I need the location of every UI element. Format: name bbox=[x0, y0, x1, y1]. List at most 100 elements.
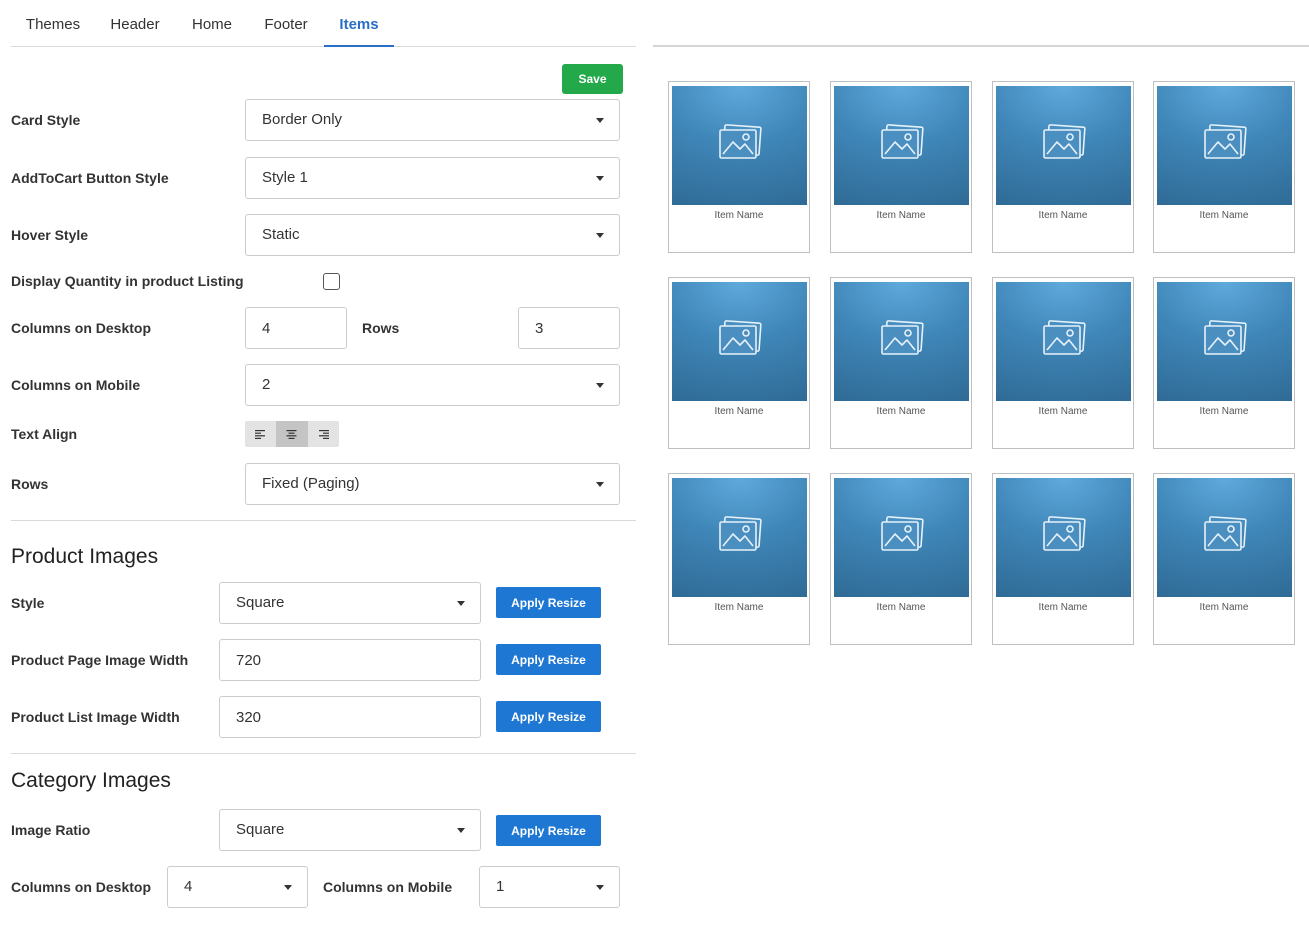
tab-items[interactable]: Items bbox=[324, 0, 394, 47]
item-card-image bbox=[834, 282, 969, 401]
preview-divider bbox=[653, 45, 1309, 47]
item-card-image bbox=[1157, 282, 1292, 401]
item-card-name: Item Name bbox=[1038, 210, 1088, 221]
hover-style-select[interactable]: Static bbox=[245, 214, 620, 256]
item-card-name: Item Name bbox=[876, 210, 926, 221]
product-list-width-label: Product List Image Width bbox=[11, 709, 180, 725]
item-card[interactable]: Item Name bbox=[1153, 81, 1295, 253]
item-card-name: Item Name bbox=[714, 602, 764, 613]
item-card[interactable]: Item Name bbox=[992, 81, 1134, 253]
hover-style-value: Static bbox=[262, 226, 300, 243]
item-card-name: Item Name bbox=[1199, 406, 1249, 417]
image-placeholder-icon bbox=[1201, 123, 1249, 168]
item-card-image bbox=[672, 86, 807, 205]
product-page-width-input[interactable] bbox=[219, 639, 481, 681]
item-card-image bbox=[834, 478, 969, 597]
tab-themes[interactable]: Themes bbox=[17, 0, 89, 47]
category-columns-mobile-select[interactable]: 1 bbox=[479, 866, 620, 908]
section-divider bbox=[11, 753, 636, 754]
align-right-button[interactable] bbox=[307, 421, 339, 447]
tab-header[interactable]: Header bbox=[103, 0, 167, 47]
save-button[interactable]: Save bbox=[562, 64, 623, 94]
item-card[interactable]: Item Name bbox=[830, 473, 972, 645]
item-card-image bbox=[672, 282, 807, 401]
item-card[interactable]: Item Name bbox=[1153, 473, 1295, 645]
category-images-title: Category Images bbox=[11, 769, 171, 792]
item-card-name: Item Name bbox=[1038, 406, 1088, 417]
align-left-button[interactable] bbox=[245, 421, 277, 447]
category-columns-desktop-value: 4 bbox=[184, 878, 193, 895]
columns-mobile-select[interactable]: 2 bbox=[245, 364, 620, 406]
category-columns-desktop-label: Columns on Desktop bbox=[11, 879, 152, 895]
columns-desktop-label: Columns on Desktop bbox=[11, 320, 152, 336]
addtocart-style-label: AddToCart Button Style bbox=[11, 170, 169, 186]
tab-footer[interactable]: Footer bbox=[256, 0, 316, 47]
display-quantity-label: Display Quantity in product Listing bbox=[11, 273, 244, 289]
item-card-name: Item Name bbox=[876, 602, 926, 613]
item-card[interactable]: Item Name bbox=[830, 277, 972, 449]
card-style-select[interactable]: Border Only bbox=[245, 99, 620, 141]
category-columns-mobile-label: Columns on Mobile bbox=[323, 879, 453, 895]
align-right-icon bbox=[318, 429, 329, 439]
item-card-image bbox=[996, 478, 1131, 597]
rows-mode-value: Fixed (Paging) bbox=[262, 475, 360, 492]
item-card-name: Item Name bbox=[876, 406, 926, 417]
product-images-title: Product Images bbox=[11, 545, 159, 568]
columns-mobile-value: 2 bbox=[262, 376, 271, 393]
product-page-width-label: Product Page Image Width bbox=[11, 652, 189, 668]
item-card-image bbox=[672, 478, 807, 597]
image-ratio-label: Image Ratio bbox=[11, 822, 91, 838]
image-placeholder-icon bbox=[716, 515, 764, 560]
item-card[interactable]: Item Name bbox=[668, 473, 810, 645]
product-style-select[interactable]: Square bbox=[219, 582, 481, 624]
text-align-label: Text Align bbox=[11, 426, 78, 442]
category-columns-mobile-value: 1 bbox=[496, 878, 505, 895]
item-card[interactable]: Item Name bbox=[1153, 277, 1295, 449]
image-placeholder-icon bbox=[1040, 319, 1088, 364]
category-columns-desktop-select[interactable]: 4 bbox=[167, 866, 308, 908]
item-card-image bbox=[996, 86, 1131, 205]
addtocart-style-select[interactable]: Style 1 bbox=[245, 157, 620, 199]
apply-resize-ratio-button[interactable]: Apply Resize bbox=[496, 815, 601, 846]
product-list-width-input[interactable] bbox=[219, 696, 481, 738]
item-card[interactable]: Item Name bbox=[668, 81, 810, 253]
item-card-image bbox=[1157, 86, 1292, 205]
item-card[interactable]: Item Name bbox=[992, 277, 1134, 449]
item-card-name: Item Name bbox=[1199, 210, 1249, 221]
columns-desktop-input[interactable] bbox=[245, 307, 347, 349]
image-ratio-select[interactable]: Square bbox=[219, 809, 481, 851]
tab-home[interactable]: Home bbox=[185, 0, 239, 47]
product-style-label: Style bbox=[11, 595, 45, 611]
align-center-icon bbox=[286, 429, 297, 439]
item-card[interactable]: Item Name bbox=[830, 81, 972, 253]
item-card-name: Item Name bbox=[1038, 602, 1088, 613]
image-placeholder-icon bbox=[878, 319, 926, 364]
image-placeholder-icon bbox=[1040, 123, 1088, 168]
addtocart-style-value: Style 1 bbox=[262, 169, 308, 186]
display-quantity-checkbox[interactable] bbox=[323, 273, 340, 290]
align-center-button[interactable] bbox=[276, 421, 308, 447]
image-placeholder-icon bbox=[1040, 515, 1088, 560]
settings-tabs: Themes Header Home Footer Items bbox=[11, 0, 636, 47]
apply-resize-page-width-button[interactable]: Apply Resize bbox=[496, 644, 601, 675]
item-card-name: Item Name bbox=[714, 210, 764, 221]
rows-mode-select[interactable]: Fixed (Paging) bbox=[245, 463, 620, 505]
apply-resize-style-button[interactable]: Apply Resize bbox=[496, 587, 601, 618]
image-placeholder-icon bbox=[1201, 515, 1249, 560]
image-placeholder-icon bbox=[878, 515, 926, 560]
rows-count-input[interactable] bbox=[518, 307, 620, 349]
rows-mode-label: Rows bbox=[11, 476, 49, 492]
card-style-value: Border Only bbox=[262, 111, 343, 128]
text-align-group bbox=[245, 421, 339, 447]
item-card[interactable]: Item Name bbox=[992, 473, 1134, 645]
rows-count-label: Rows bbox=[362, 320, 400, 336]
card-style-label: Card Style bbox=[11, 112, 81, 128]
image-placeholder-icon bbox=[716, 123, 764, 168]
image-ratio-value: Square bbox=[236, 821, 285, 838]
image-placeholder-icon bbox=[716, 319, 764, 364]
item-card[interactable]: Item Name bbox=[668, 277, 810, 449]
image-placeholder-icon bbox=[878, 123, 926, 168]
apply-resize-list-width-button[interactable]: Apply Resize bbox=[496, 701, 601, 732]
columns-mobile-label: Columns on Mobile bbox=[11, 377, 141, 393]
hover-style-label: Hover Style bbox=[11, 227, 89, 243]
